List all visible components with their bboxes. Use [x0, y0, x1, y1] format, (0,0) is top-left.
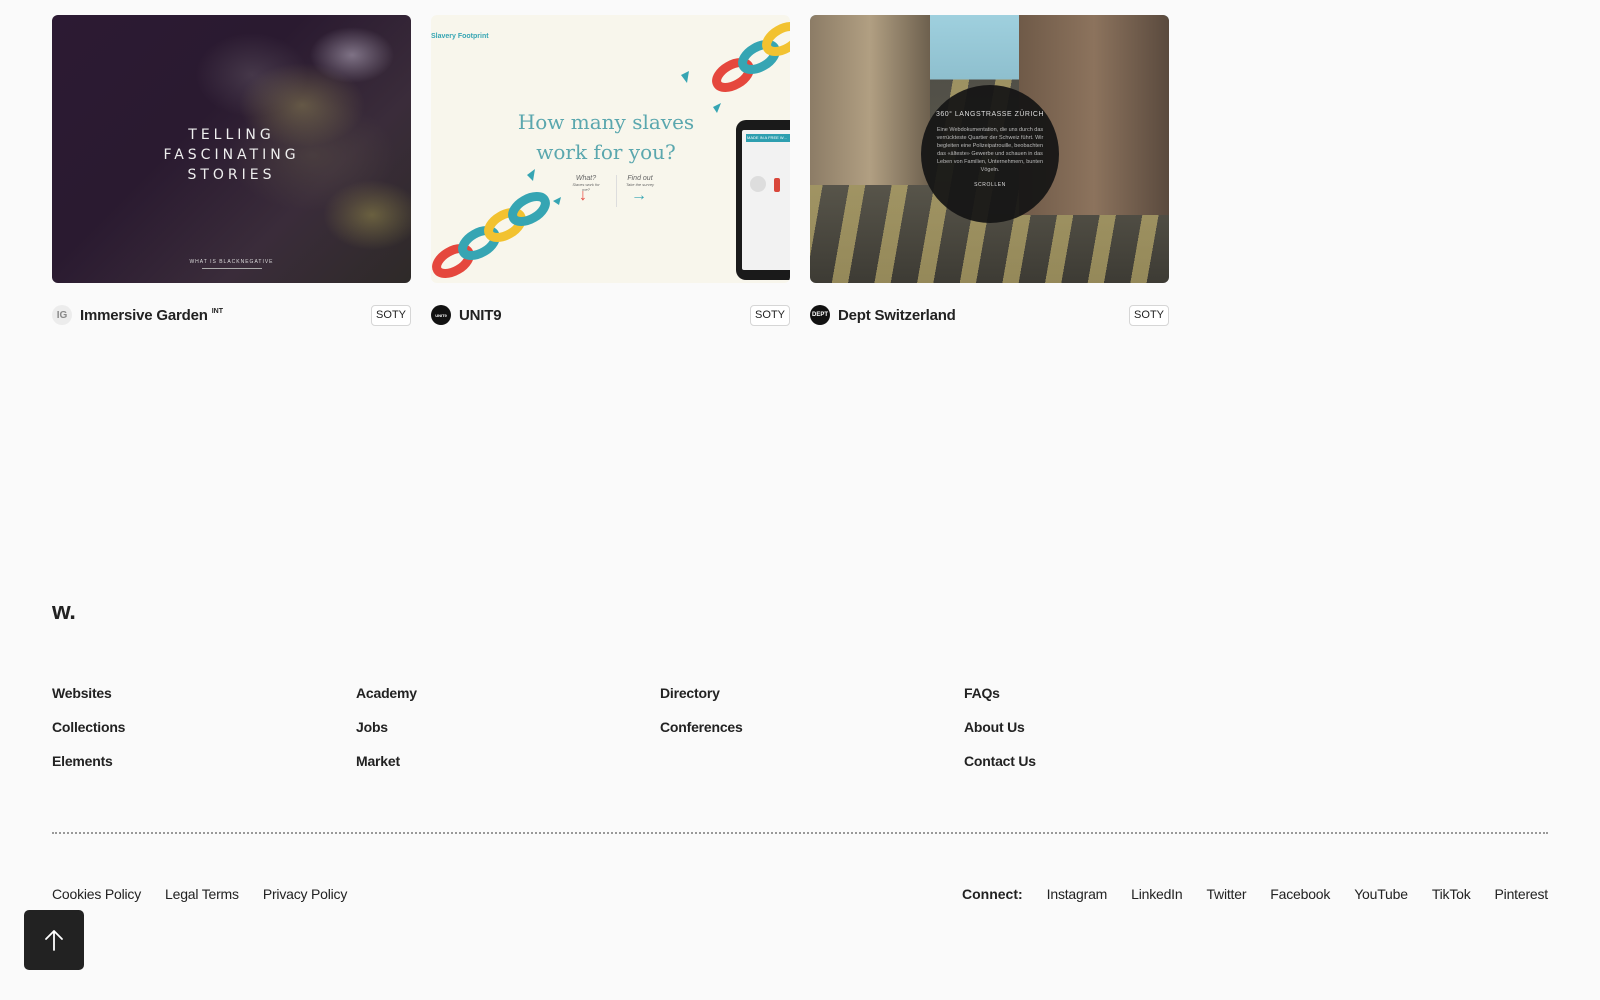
card-meta: DEPT Dept Switzerland SOTY — [810, 303, 1169, 327]
footer-column: Websites Collections Elements — [52, 684, 356, 771]
thumbnail-footer: WHAT IS BLACKNEGATIVE — [52, 259, 411, 269]
tiktok-link[interactable]: TikTok — [1432, 886, 1471, 902]
overlay-title: 360° LANGSTRASSE ZÜRICH — [935, 111, 1045, 118]
footer-column: Directory Conferences — [660, 684, 964, 771]
author-logo: IG — [52, 305, 72, 325]
privacy-policy-link[interactable]: Privacy Policy — [263, 886, 348, 902]
author-name[interactable]: UNIT9 — [459, 307, 502, 324]
site-card[interactable]: Slavery Footprint How many slaves work f… — [431, 15, 790, 327]
phone-mockup: MADE IN A FREE W... — [736, 120, 790, 280]
award-badge: SOTY — [371, 304, 411, 326]
thumbnail-question: How many slaves work for you? — [517, 110, 695, 164]
thumbnail-brand: Slavery Footprint — [431, 33, 489, 40]
author-logo: DEPT — [810, 305, 830, 325]
find-label: Find out Take the survey — [625, 175, 655, 187]
social-links: Connect: Instagram LinkedIn Twitter Face… — [962, 886, 1548, 902]
building-left — [810, 15, 930, 185]
phone-text: MADE IN A FREE W... — [747, 135, 787, 140]
phone-red-item — [774, 178, 780, 192]
award-badge: SOTY — [1129, 304, 1169, 326]
thumbnail-headline: TELLING FASCINATING STORIES — [163, 127, 300, 183]
footer-link-directory[interactable]: Directory — [660, 684, 964, 703]
arrow-down-icon: ↓ — [579, 187, 587, 204]
instagram-link[interactable]: Instagram — [1047, 886, 1108, 902]
arrow-up-icon — [45, 930, 63, 951]
twitter-link[interactable]: Twitter — [1206, 886, 1246, 902]
footer-links: Websites Collections Elements Academy Jo… — [52, 684, 1268, 771]
card-meta: IG Immersive Garden INT SOTY — [52, 303, 411, 327]
footer-link-collections[interactable]: Collections — [52, 718, 356, 737]
back-to-top-button[interactable] — [24, 910, 84, 970]
site-thumbnail[interactable]: Slavery Footprint How many slaves work f… — [431, 15, 790, 283]
footer-logo[interactable]: W. — [52, 600, 76, 624]
overlay-body: Eine Webdokumentation, die uns durch das… — [936, 127, 1044, 173]
phone-screen: MADE IN A FREE W... — [742, 130, 790, 270]
site-thumbnail[interactable]: 360° LANGSTRASSE ZÜRICH Eine Webdokument… — [810, 15, 1169, 283]
author-name[interactable]: Dept Switzerland — [838, 307, 956, 324]
phone-dot — [750, 176, 766, 192]
footer-column: FAQs About Us Contact Us — [964, 684, 1268, 771]
author-tag: INT — [211, 307, 223, 315]
linkedin-link[interactable]: LinkedIn — [1131, 886, 1183, 902]
footer-link-academy[interactable]: Academy — [356, 684, 660, 703]
card-author[interactable]: IG Immersive Garden INT — [52, 305, 223, 325]
sites-grid: TELLING FASCINATING STORIES WHAT IS BLAC… — [52, 15, 1169, 327]
footer-link-contact-us[interactable]: Contact Us — [964, 752, 1268, 771]
footer-link-websites[interactable]: Websites — [52, 684, 356, 703]
arrow-right-icon: → — [631, 187, 647, 204]
cookies-policy-link[interactable]: Cookies Policy — [52, 886, 141, 902]
site-thumbnail[interactable]: TELLING FASCINATING STORIES WHAT IS BLAC… — [52, 15, 411, 283]
footer-link-elements[interactable]: Elements — [52, 752, 356, 771]
legal-links: Cookies Policy Legal Terms Privacy Polic… — [52, 886, 347, 902]
youtube-link[interactable]: YouTube — [1354, 886, 1408, 902]
overlay-scroll: SCROLLEN — [974, 182, 1006, 188]
author-name[interactable]: Immersive Garden — [80, 307, 208, 324]
footer-link-market[interactable]: Market — [356, 752, 660, 771]
award-badge: SOTY — [750, 304, 790, 326]
card-meta: UNIT9 UNIT9 SOTY — [431, 303, 790, 327]
card-author[interactable]: DEPT Dept Switzerland — [810, 305, 956, 325]
divider-line — [616, 175, 617, 207]
site-card[interactable]: TELLING FASCINATING STORIES WHAT IS BLAC… — [52, 15, 411, 327]
footer-link-about-us[interactable]: About Us — [964, 718, 1268, 737]
legal-terms-link[interactable]: Legal Terms — [165, 886, 239, 902]
facebook-link[interactable]: Facebook — [1270, 886, 1330, 902]
thumbnail-overlay: 360° LANGSTRASSE ZÜRICH Eine Webdokument… — [921, 85, 1059, 223]
footer-link-faqs[interactable]: FAQs — [964, 684, 1268, 703]
site-card[interactable]: 360° LANGSTRASSE ZÜRICH Eine Webdokument… — [810, 15, 1169, 327]
connect-label: Connect: — [962, 886, 1023, 902]
footer-link-jobs[interactable]: Jobs — [356, 718, 660, 737]
footer-link-conferences[interactable]: Conferences — [660, 718, 964, 737]
footer-column: Academy Jobs Market — [356, 684, 660, 771]
author-logo: UNIT9 — [431, 305, 451, 325]
pinterest-link[interactable]: Pinterest — [1495, 886, 1549, 902]
footer-divider — [52, 832, 1548, 834]
card-author[interactable]: UNIT9 UNIT9 — [431, 305, 502, 325]
